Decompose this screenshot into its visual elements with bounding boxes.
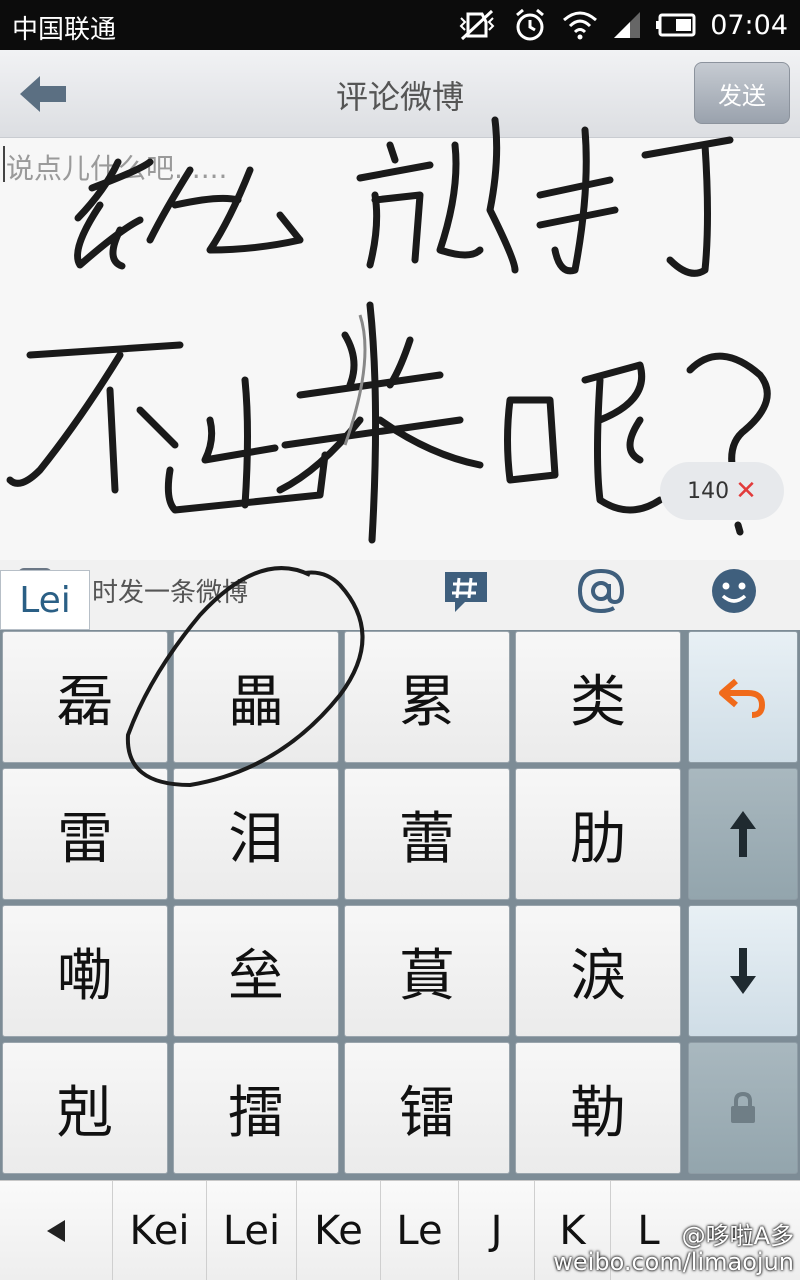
alarm-icon [516, 8, 545, 41]
signal-icon [614, 12, 641, 38]
candidate-key[interactable]: 淚 [515, 905, 681, 1037]
pinyin-option[interactable]: Ke [296, 1181, 380, 1280]
pinyin-option[interactable]: J [458, 1181, 534, 1280]
lock-icon [731, 1092, 755, 1123]
send-button[interactable]: 发送 [694, 62, 790, 124]
text-caret [3, 146, 5, 182]
battery-icon [656, 13, 696, 37]
compose-toolbar: 时发一条微博 [0, 560, 800, 630]
pinyin-option[interactable]: Lei [206, 1181, 296, 1280]
pinyin-back-button[interactable] [0, 1181, 112, 1280]
title-bar: 评论微博 发送 [0, 50, 800, 138]
status-bar: 中国联通 07:04 [0, 0, 800, 50]
candidate-key[interactable]: 泪 [173, 768, 339, 900]
arrow-down-icon [730, 948, 756, 994]
candidate-key[interactable]: 蒷 [344, 905, 510, 1037]
ime-keyboard: 磊 畾 累 类 雷 泪 蕾 肋 嘞 垒 蒷 淚 剋 擂 镭 勒 [0, 630, 800, 1180]
status-icons: 07:04 [456, 6, 788, 44]
page-up-key[interactable] [688, 768, 798, 900]
comment-placeholder: 说点儿什么吧...... [6, 152, 228, 185]
candidate-key[interactable]: 肋 [515, 768, 681, 900]
at-icon[interactable] [576, 566, 626, 616]
candidate-key[interactable]: 勒 [515, 1042, 681, 1174]
composing-pinyin: Lei [0, 570, 90, 630]
candidate-key[interactable]: 类 [515, 631, 681, 763]
emoticon-icon[interactable] [709, 566, 759, 616]
candidate-key[interactable]: 嘞 [2, 905, 168, 1037]
watermark-handle: @哆啦A多 [681, 1222, 794, 1250]
watermark-url: weibo.com/limaojun [553, 1248, 794, 1276]
clock: 07:04 [710, 9, 788, 41]
page-down-key[interactable] [688, 905, 798, 1037]
undo-key[interactable] [688, 631, 798, 763]
arrow-up-icon [730, 811, 756, 857]
candidate-key[interactable]: 垒 [173, 905, 339, 1037]
candidate-key[interactable]: 磊 [2, 631, 168, 763]
candidate-key[interactable]: 剋 [2, 1042, 168, 1174]
undo-icon [719, 678, 766, 718]
wifi-icon [563, 11, 598, 40]
pinyin-option[interactable]: Kei [112, 1181, 206, 1280]
carrier-name: 中国联通 [12, 15, 117, 45]
repost-label: 时发一条微博 [92, 578, 249, 608]
pinyin-option[interactable]: Le [380, 1181, 458, 1280]
candidate-key[interactable]: 镭 [344, 1042, 510, 1174]
vibrate-off-icon [459, 9, 495, 41]
clear-x-icon[interactable]: ✕ [735, 476, 757, 506]
candidate-key[interactable]: 畾 [173, 631, 339, 763]
page-title: 评论微博 [335, 78, 464, 116]
candidate-key[interactable]: 累 [344, 631, 510, 763]
lock-key[interactable] [688, 1042, 798, 1174]
candidate-key[interactable]: 蕾 [344, 768, 510, 900]
char-remaining: 140 [687, 478, 730, 504]
candidate-key[interactable]: 擂 [173, 1042, 339, 1174]
candidate-key[interactable]: 雷 [2, 768, 168, 900]
hashtag-icon[interactable] [441, 566, 491, 616]
triangle-left-icon [47, 1220, 65, 1242]
char-counter[interactable]: 140 ✕ [660, 462, 784, 520]
